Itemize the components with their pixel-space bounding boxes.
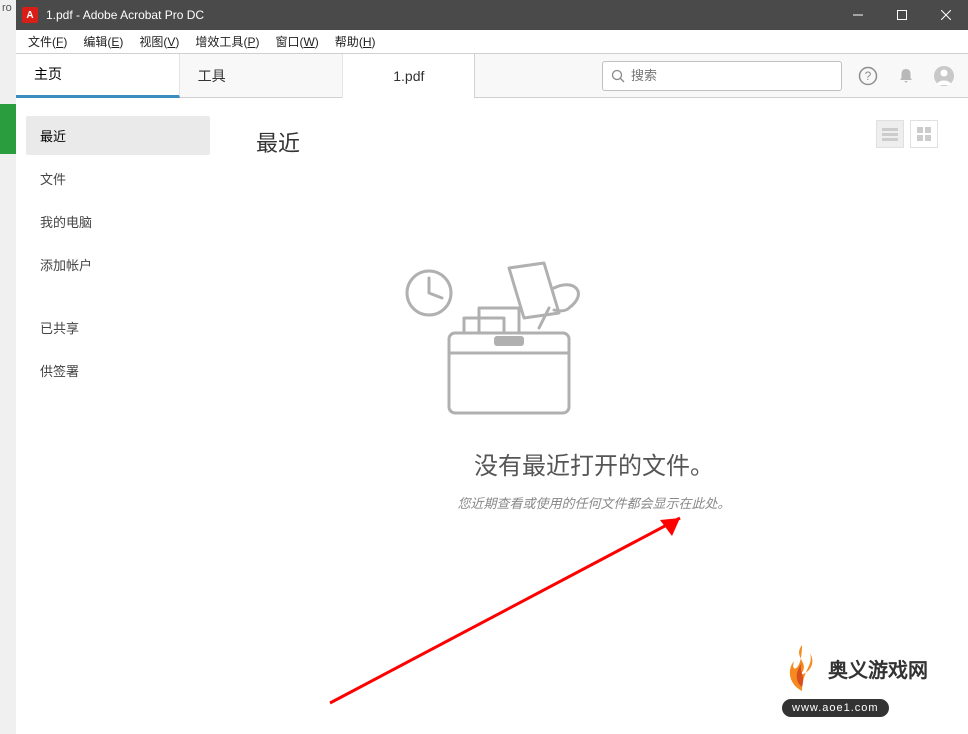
acrobat-window: A 1.pdf - Adobe Acrobat Pro DC 文件(F) 编辑(… [16, 0, 968, 734]
acrobat-icon: A [22, 7, 38, 23]
toolbar: 主页 工具 1.pdf ? [16, 54, 968, 98]
sidebar-item-addaccount[interactable]: 添加帐户 [26, 245, 210, 284]
watermark: B 奥义游戏网 www.aoe1.com [782, 638, 962, 728]
menu-plugins[interactable]: 增效工具(P) [187, 31, 267, 52]
sidebar-item-forsign[interactable]: 供签署 [26, 351, 210, 390]
annotation-arrow-icon [320, 508, 700, 708]
flame-icon [782, 643, 822, 693]
list-view-button[interactable] [876, 120, 904, 148]
grid-view-button[interactable] [910, 120, 938, 148]
bell-icon [897, 67, 915, 85]
watermark-url: www.aoe1.com [782, 699, 889, 717]
window-controls [836, 0, 968, 30]
list-icon [882, 127, 898, 141]
empty-subtitle: 您近期查看或使用的任何文件都会显示在此处。 [394, 493, 794, 512]
page-heading: 最近 [256, 126, 932, 158]
menu-edit[interactable]: 编辑(E) [75, 31, 131, 52]
sidebar-item-mycomputer[interactable]: 我的电脑 [26, 202, 210, 241]
user-icon [933, 65, 955, 87]
tab-home[interactable]: 主页 [16, 54, 180, 98]
titlebar: A 1.pdf - Adobe Acrobat Pro DC [16, 0, 968, 30]
edge-text: ro [0, 2, 16, 14]
account-button[interactable] [930, 62, 958, 90]
search-input[interactable] [631, 68, 833, 83]
search-box[interactable] [602, 61, 842, 91]
search-icon [611, 69, 625, 83]
menu-file[interactable]: 文件(F) [20, 31, 75, 52]
grid-icon [917, 127, 931, 141]
maximize-button[interactable] [880, 0, 924, 30]
empty-state: 没有最近打开的文件。 您近期查看或使用的任何文件都会显示在此处。 [394, 258, 794, 512]
minimize-button[interactable] [836, 0, 880, 30]
menu-view[interactable]: 视图(V) [131, 31, 187, 52]
menubar: 文件(F) 编辑(E) 视图(V) 增效工具(P) 窗口(W) 帮助(H) [16, 30, 968, 54]
view-mode-buttons [876, 120, 938, 148]
menu-help[interactable]: 帮助(H) [327, 31, 384, 52]
svg-text:?: ? [865, 69, 872, 83]
edge-green-block [0, 104, 16, 154]
external-strip: ro [0, 0, 16, 734]
sidebar-item-shared[interactable]: 已共享 [26, 308, 210, 347]
help-icon: ? [858, 66, 878, 86]
sidebar: 最近 文件 我的电脑 添加帐户 已共享 供签署 [16, 98, 220, 734]
sidebar-item-files[interactable]: 文件 [26, 159, 210, 198]
menu-window[interactable]: 窗口(W) [267, 31, 326, 52]
empty-illustration-icon [394, 258, 614, 428]
empty-title: 没有最近打开的文件。 [394, 446, 794, 481]
close-button[interactable] [924, 0, 968, 30]
notifications-button[interactable] [892, 62, 920, 90]
tab-document[interactable]: 1.pdf [343, 54, 475, 98]
sidebar-item-recent[interactable]: 最近 [26, 116, 210, 155]
tab-tools[interactable]: 工具 [180, 54, 344, 98]
watermark-name: 奥义游戏网 [828, 654, 928, 683]
window-title: 1.pdf - Adobe Acrobat Pro DC [46, 8, 836, 22]
help-button[interactable]: ? [854, 62, 882, 90]
